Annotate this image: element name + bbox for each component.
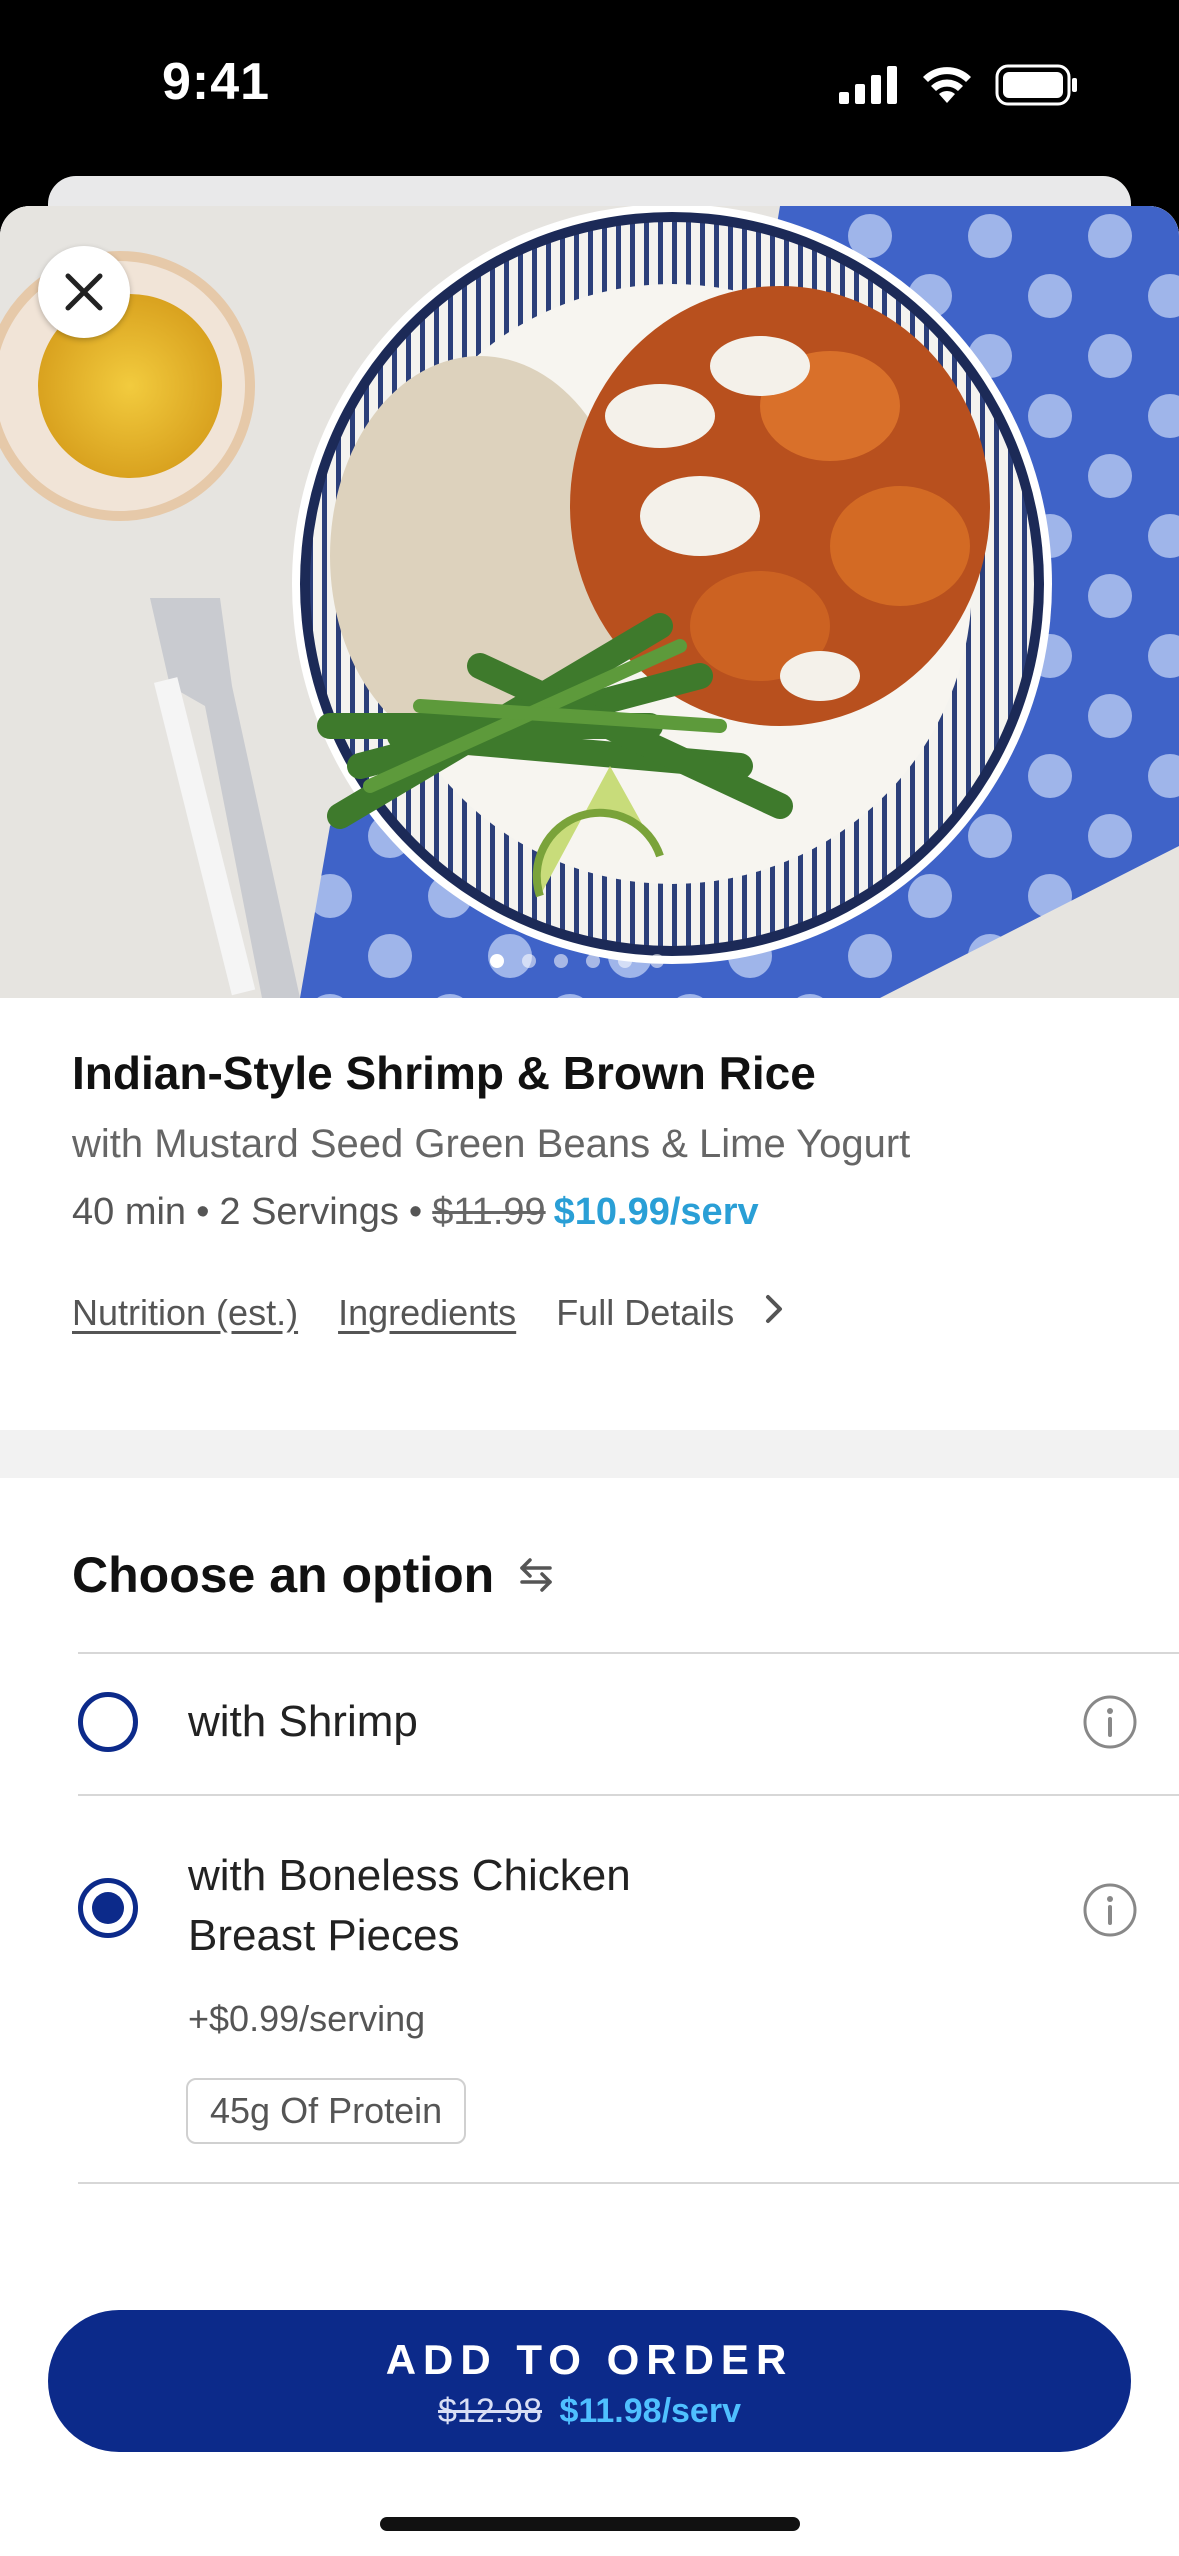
meal-meta: 40 min • 2 Servings • $11.99 $10.99/serv [72,1191,1112,1234]
meal-photo-illustration [0,206,1179,998]
ingredients-link[interactable]: Ingredients [338,1292,516,1334]
pagination-dot[interactable] [490,954,504,968]
status-bar: 9:41 [0,0,1179,175]
cta-original-price: $12.98 [438,2392,542,2430]
option-chicken-label-line1: with Boneless Chicken [188,1851,631,1900]
discount-price: $10.99/serv [553,1191,759,1233]
option-shrimp[interactable]: with Shrimp [78,1652,1138,1792]
option-chicken[interactable]: with Boneless Chicken Breast Pieces +$0.… [78,1794,1138,2184]
full-details-link[interactable]: Full Details [556,1292,784,1334]
nutrition-link[interactable]: Nutrition (est.) [72,1292,298,1334]
battery-icon [995,64,1077,106]
options-heading: Choose an option [72,1547,495,1603]
meal-detail-sheet: Indian-Style Shrimp & Brown Rice with Mu… [0,206,1179,2556]
servings: 2 Servings [219,1191,399,1233]
detail-links: Nutrition (est.) Ingredients Full Detail… [72,1292,1112,1334]
option-chicken-label-line2: Breast Pieces [188,1911,460,1960]
cook-time: 40 min [72,1191,187,1233]
close-icon [65,273,103,311]
meal-photo[interactable] [0,206,1179,998]
status-time: 9:41 [162,53,271,111]
cellular-signal-icon [839,66,897,104]
meal-title: Indian-Style Shrimp & Brown Rice [72,1047,816,1099]
add-to-order-label: ADD TO ORDER [385,2336,794,2383]
pagination-dot[interactable] [554,954,568,968]
chevron-right-icon [766,1295,783,1323]
swap-icon [520,1558,552,1592]
protein-badge: 45g Of Protein [186,2078,467,2144]
meta-separator: • [196,1191,210,1233]
full-details-label: Full Details [556,1292,735,1333]
option-chicken-price: +$0.99/serving [188,1998,426,2039]
meal-subtitle: with Mustard Seed Green Beans & Lime Yog… [72,1122,911,1166]
info-icon[interactable] [1082,1882,1138,1938]
section-divider [0,1430,1179,1478]
pagination-dot[interactable] [618,954,632,968]
info-icon[interactable] [1082,1694,1138,1750]
pagination-dot[interactable] [650,954,664,968]
pagination-dot[interactable] [586,954,600,968]
add-to-order-price: $12.98 $11.98/serv [48,2392,1131,2431]
pagination-dot[interactable] [522,954,536,968]
home-indicator[interactable] [380,2517,800,2531]
option-shrimp-label: with Shrimp [188,1697,418,1746]
status-icons [839,64,1079,106]
option-chicken-label: with Boneless Chicken Breast Pieces [188,1846,631,1966]
meta-separator: • [408,1191,423,1233]
options-header: Choose an option [72,1546,556,1604]
radio-shrimp[interactable] [78,1692,138,1752]
wifi-icon [923,67,971,103]
photo-pagination[interactable] [490,954,664,968]
close-button[interactable] [38,246,130,338]
meal-info: Indian-Style Shrimp & Brown Rice with Mu… [72,1046,1112,1334]
original-price: $11.99 [432,1191,546,1233]
radio-chicken[interactable] [78,1878,138,1938]
cta-discount-price: $11.98/serv [559,2392,741,2430]
add-to-order-button[interactable]: ADD TO ORDER $12.98 $11.98/serv [48,2310,1131,2452]
option-divider [78,2182,1179,2184]
